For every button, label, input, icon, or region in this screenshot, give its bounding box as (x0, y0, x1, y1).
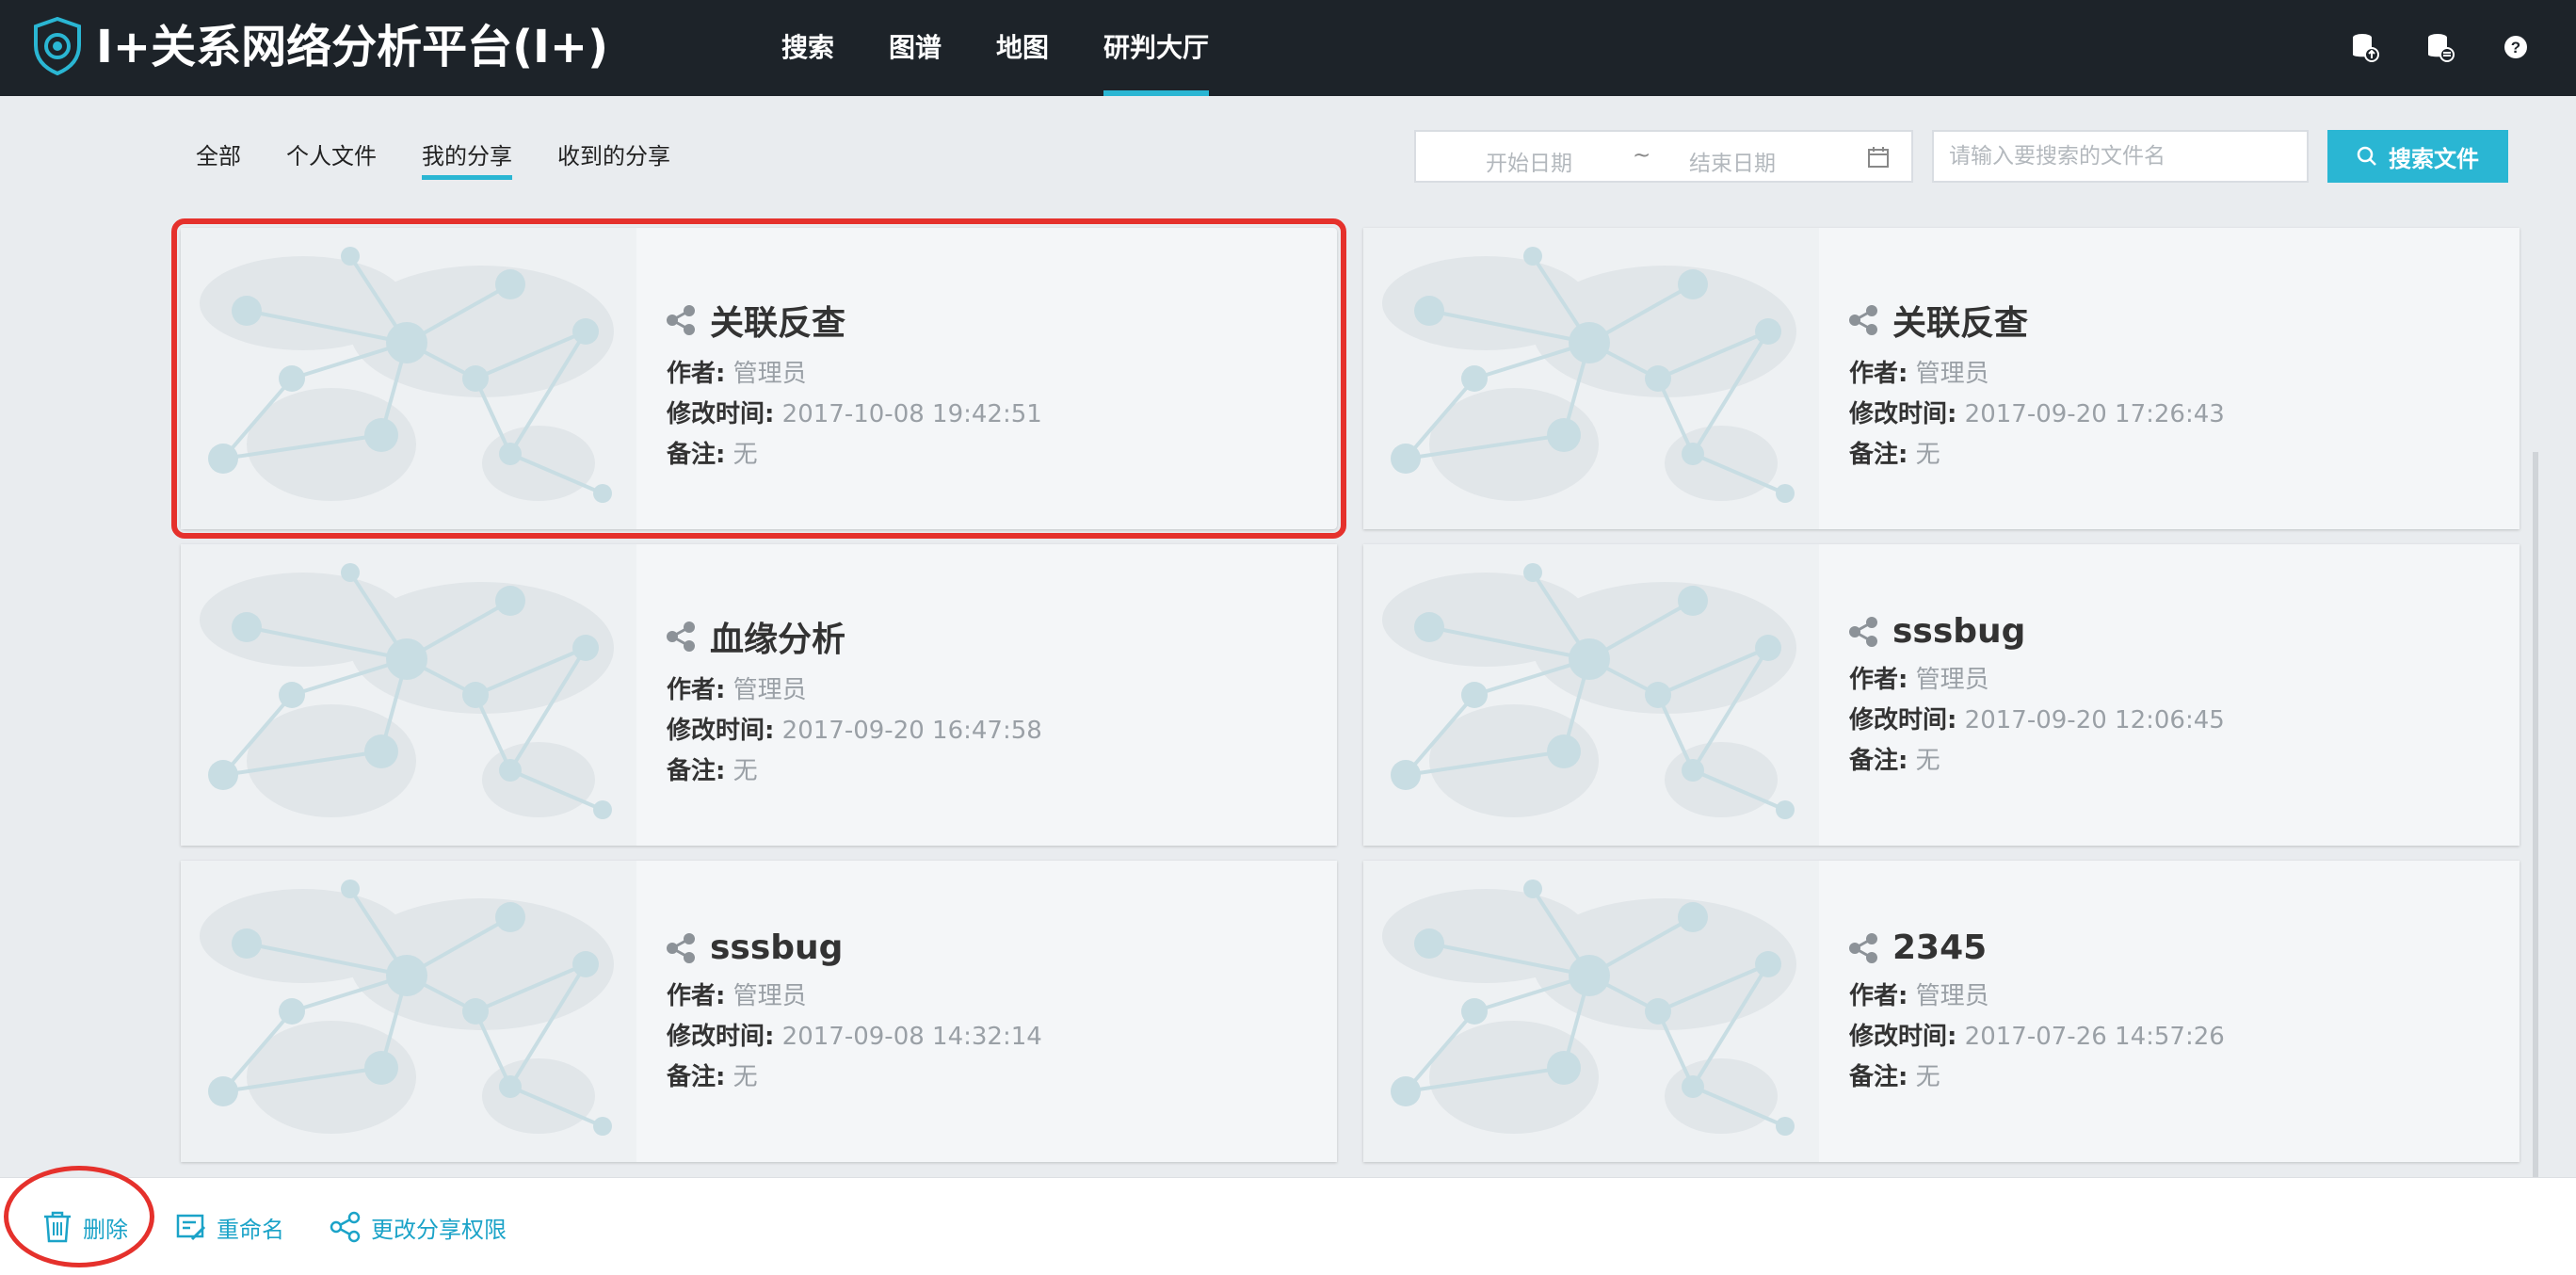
note-label: 备注: (667, 1063, 726, 1091)
database-upload-icon[interactable] (2346, 28, 2384, 66)
top-navigation-bar: I+关系网络分析平台(I+) 搜索 图谱 地图 研判大厅 ? (0, 0, 2576, 96)
nav-analysis-hall[interactable]: 研判大厅 (1103, 0, 1210, 96)
rename-button[interactable]: 重命名 (175, 1208, 284, 1246)
author-label: 作者: (667, 676, 726, 704)
modified-value: 2017-07-26 14:57:26 (1964, 1023, 2225, 1051)
end-date-placeholder[interactable]: 结束日期 (1689, 145, 1776, 177)
vertical-scrollbar[interactable] (2533, 452, 2538, 1177)
note-value: 无 (733, 441, 758, 469)
file-filter-tabs: 全部 个人文件 我的分享 收到的分享 (196, 137, 670, 180)
author-label: 作者: (1849, 360, 1908, 388)
calendar-icon[interactable] (1866, 145, 1891, 169)
shared-file-card[interactable]: 关联反查 作者: 管理员 修改时间: 2017-09-20 17:26:43 备… (1363, 228, 2520, 529)
tab-my-shares[interactable]: 我的分享 (422, 137, 512, 180)
network-graph-thumbnail (181, 228, 636, 529)
top-icons: ? (2346, 28, 2535, 66)
tab-personal-files[interactable]: 个人文件 (286, 137, 377, 180)
app-title: I+关系网络分析平台(I+) (96, 21, 609, 73)
note-value: 无 (1915, 747, 1940, 775)
date-range-picker[interactable]: 开始日期 ~ 结束日期 (1414, 130, 1913, 183)
database-list-icon[interactable] (2422, 28, 2459, 66)
nav-map[interactable]: 地图 (996, 0, 1049, 96)
modified-value: 2017-09-08 14:32:14 (781, 1023, 1042, 1051)
note-value: 无 (733, 757, 758, 785)
nav-graph[interactable]: 图谱 (889, 0, 942, 96)
note-value: 无 (1915, 441, 1940, 469)
rename-icon (176, 1214, 206, 1241)
modified-value: 2017-09-20 16:47:58 (781, 717, 1042, 745)
card-title: 关联反查 (710, 304, 846, 343)
note-label: 备注: (667, 757, 726, 785)
date-separator: ~ (1633, 143, 1651, 168)
card-title: 血缘分析 (710, 621, 846, 659)
modified-value: 2017-09-20 12:06:45 (1964, 706, 2225, 734)
modified-value: 2017-10-08 19:42:51 (781, 400, 1042, 428)
share-icon (667, 932, 697, 963)
note-value: 无 (1915, 1063, 1940, 1091)
modified-label: 修改时间: (667, 400, 775, 428)
share-icon (667, 305, 697, 335)
modified-label: 修改时间: (667, 1023, 775, 1051)
card-title: sssbug (710, 928, 844, 967)
shared-file-card[interactable]: 2345 作者: 管理员 修改时间: 2017-07-26 14:57:26 备… (1363, 861, 2520, 1162)
shield-logo-icon (34, 17, 81, 75)
note-label: 备注: (1849, 747, 1908, 775)
author-value: 管理员 (1915, 666, 1989, 694)
search-files-label: 搜索文件 (2389, 145, 2479, 172)
search-files-button[interactable]: 搜索文件 (2327, 130, 2508, 183)
note-value: 无 (733, 1063, 758, 1091)
card-title: sssbug (1892, 612, 2026, 651)
start-date-placeholder[interactable]: 开始日期 (1486, 145, 1572, 177)
rename-label: 重命名 (217, 1216, 284, 1243)
share-icon (330, 1211, 361, 1243)
author-value: 管理员 (733, 676, 807, 704)
nav-search[interactable]: 搜索 (781, 0, 834, 96)
author-value: 管理员 (733, 982, 807, 1010)
help-icon[interactable]: ? (2497, 28, 2535, 66)
author-value: 管理员 (1915, 360, 1989, 388)
share-icon (1849, 932, 1879, 963)
network-graph-thumbnail (1363, 544, 1819, 846)
author-value: 管理员 (1915, 982, 1989, 1010)
svg-text:?: ? (2511, 39, 2520, 56)
share-icon (667, 621, 697, 652)
modified-label: 修改时间: (667, 717, 775, 745)
tab-received-shares[interactable]: 收到的分享 (557, 137, 670, 180)
shared-file-card[interactable]: 关联反查 作者: 管理员 修改时间: 2017-10-08 19:42:51 备… (171, 218, 1346, 539)
author-label: 作者: (1849, 982, 1908, 1010)
network-graph-thumbnail (181, 544, 636, 846)
share-icon (1849, 616, 1879, 647)
note-label: 备注: (1849, 1063, 1908, 1091)
share-icon (1849, 305, 1879, 335)
author-label: 作者: (1849, 666, 1908, 694)
shared-file-card[interactable]: 血缘分析 作者: 管理员 修改时间: 2017-09-20 16:47:58 备… (181, 544, 1337, 846)
shared-file-card[interactable]: sssbug 作者: 管理员 修改时间: 2017-09-20 12:06:45… (1363, 544, 2520, 846)
filename-search-input[interactable]: 请输入要搜索的文件名 (1932, 130, 2309, 183)
author-label: 作者: (667, 982, 726, 1010)
change-share-label: 更改分享权限 (371, 1216, 507, 1243)
author-label: 作者: (667, 360, 726, 388)
bottom-action-toolbar: 删除 重命名 更改分享权限 (0, 1177, 2576, 1275)
modified-value: 2017-09-20 17:26:43 (1964, 400, 2225, 428)
author-value: 管理员 (733, 360, 807, 388)
change-share-permission-button[interactable]: 更改分享权限 (330, 1208, 507, 1246)
modified-label: 修改时间: (1849, 1023, 1957, 1051)
modified-label: 修改时间: (1849, 400, 1957, 428)
network-graph-thumbnail (1363, 861, 1819, 1162)
shared-file-card[interactable]: sssbug 作者: 管理员 修改时间: 2017-09-08 14:32:14… (181, 861, 1337, 1162)
modified-label: 修改时间: (1849, 706, 1957, 734)
note-label: 备注: (1849, 441, 1908, 469)
network-graph-thumbnail (181, 861, 636, 1162)
card-title: 2345 (1892, 928, 1988, 967)
tab-all[interactable]: 全部 (196, 137, 241, 180)
search-icon (2357, 146, 2376, 166)
network-graph-thumbnail (1363, 228, 1819, 529)
card-title: 关联反查 (1892, 304, 2029, 343)
main-nav: 搜索 图谱 地图 研判大厅 (781, 0, 1264, 96)
delete-highlight-annotation (4, 1166, 154, 1267)
note-label: 备注: (667, 441, 726, 469)
